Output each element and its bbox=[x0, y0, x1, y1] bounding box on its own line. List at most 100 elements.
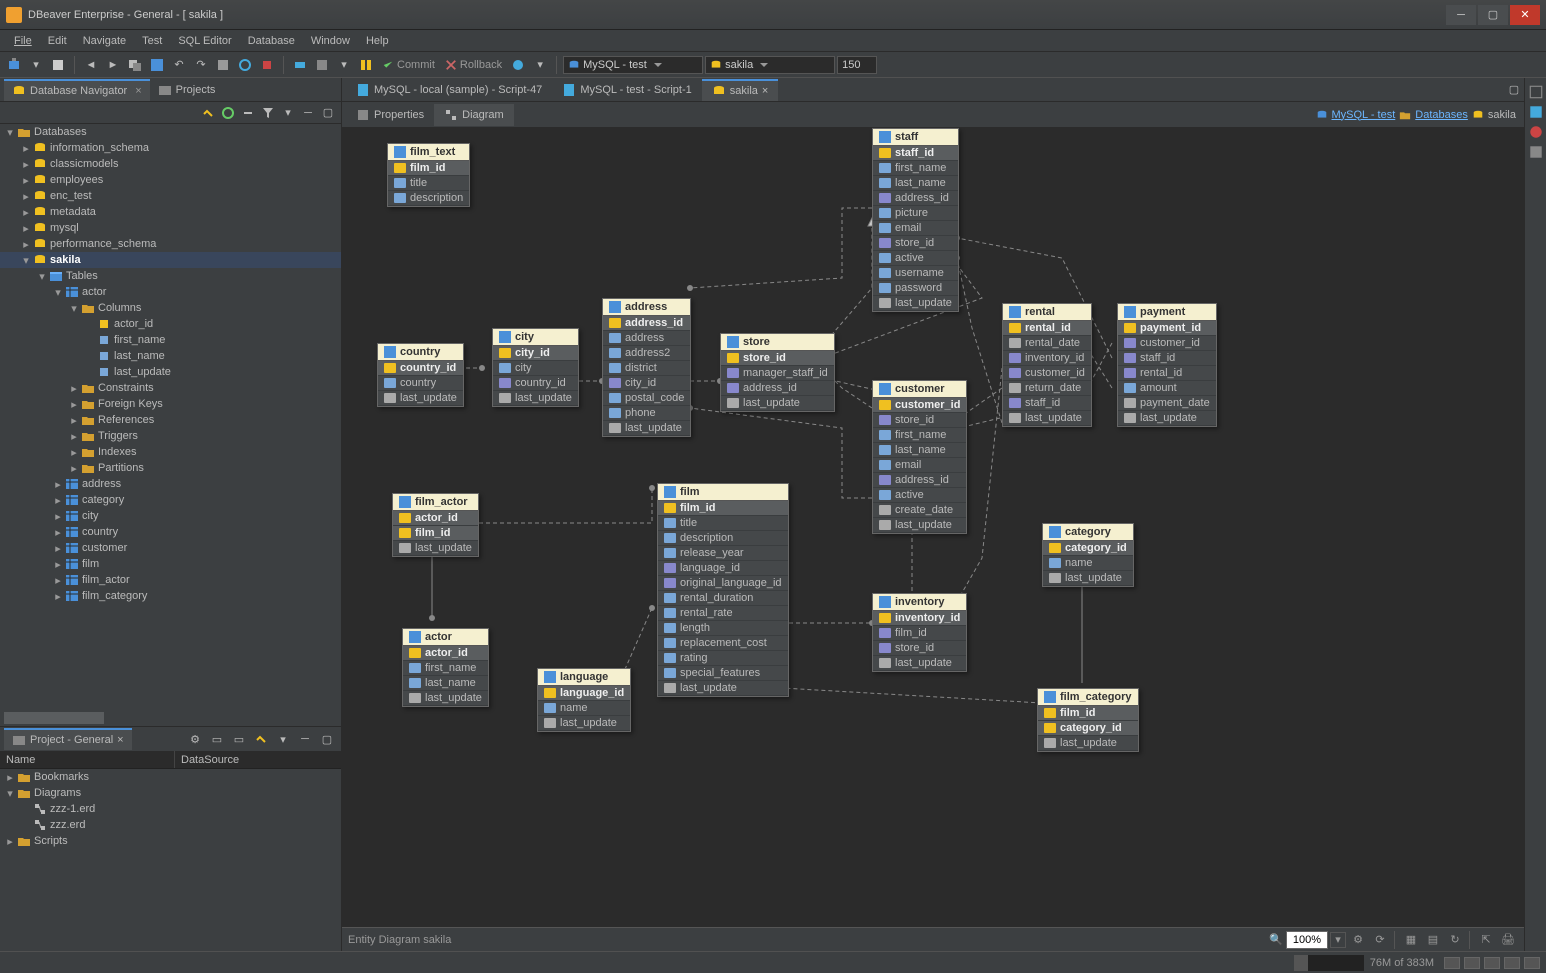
entity-film[interactable]: filmfilm_idtitledescriptionrelease_yearl… bbox=[657, 483, 789, 697]
entity-address[interactable]: addressaddress_idaddressaddress2district… bbox=[602, 298, 691, 437]
view-menu-icon[interactable]: ▾ bbox=[279, 104, 297, 122]
entity-column[interactable]: last_update bbox=[1038, 736, 1138, 751]
tree-hscroll[interactable] bbox=[0, 710, 341, 726]
subtab-properties[interactable]: Properties bbox=[346, 104, 434, 126]
perspective-thumb[interactable] bbox=[1524, 957, 1540, 969]
entity-column[interactable]: last_update bbox=[1118, 411, 1216, 426]
tree-table-actor[interactable]: ▾ actor bbox=[0, 284, 341, 300]
entity-column[interactable]: name bbox=[538, 701, 630, 716]
menu-file[interactable]: File bbox=[6, 35, 40, 47]
tree-column[interactable]: actor_id bbox=[0, 316, 341, 332]
entity-column[interactable]: payment_date bbox=[1118, 396, 1216, 411]
entity-film_text[interactable]: film_textfilm_idtitledescription bbox=[387, 143, 470, 207]
tree-db-sakila[interactable]: ▾ sakila bbox=[0, 252, 341, 268]
entity-column[interactable]: last_update bbox=[1043, 571, 1133, 586]
stop-icon[interactable] bbox=[257, 55, 277, 75]
entity-column[interactable]: first_name bbox=[403, 661, 488, 676]
database-tree[interactable]: ▾ Databases ▸information_schema▸classicm… bbox=[0, 124, 341, 710]
schema-combo[interactable]: sakila bbox=[705, 56, 835, 74]
entity-header[interactable]: country bbox=[378, 344, 463, 361]
entity-payment[interactable]: paymentpayment_idcustomer_idstaff_idrent… bbox=[1117, 303, 1217, 427]
entity-column[interactable]: last_name bbox=[873, 176, 958, 191]
entity-column[interactable]: title bbox=[388, 176, 469, 191]
refresh-icon[interactable] bbox=[235, 55, 255, 75]
stack-icon[interactable] bbox=[125, 55, 145, 75]
entity-header[interactable]: staff bbox=[873, 129, 958, 146]
entity-column[interactable]: first_name bbox=[873, 428, 966, 443]
perspective-thumb[interactable] bbox=[1504, 957, 1520, 969]
perspective-thumb[interactable] bbox=[1464, 957, 1480, 969]
entity-column[interactable]: country_id bbox=[493, 376, 578, 391]
entity-column[interactable]: last_update bbox=[393, 541, 478, 556]
entity-column-pk[interactable]: actor_id bbox=[393, 511, 478, 526]
tree-folder[interactable]: ▸References bbox=[0, 412, 341, 428]
search-icon[interactable]: 🔍 bbox=[1266, 931, 1286, 949]
zoom-level[interactable]: 100% bbox=[1286, 931, 1328, 949]
entity-column[interactable]: return_date bbox=[1003, 381, 1091, 396]
tab-sakila[interactable]: sakila× bbox=[702, 79, 779, 101]
tab-project-general[interactable]: Project - General × bbox=[4, 728, 132, 750]
tree-erd-2[interactable]: zzz.erd bbox=[0, 817, 341, 833]
entity-column[interactable]: active bbox=[873, 251, 958, 266]
entity-header[interactable]: film bbox=[658, 484, 788, 501]
tx-log-icon[interactable] bbox=[356, 55, 376, 75]
entity-column-pk[interactable]: payment_id bbox=[1118, 321, 1216, 336]
entity-column[interactable]: rental_id bbox=[1118, 366, 1216, 381]
entity-category[interactable]: categorycategory_idnamelast_update bbox=[1042, 523, 1134, 587]
entity-column[interactable]: last_update bbox=[538, 716, 630, 731]
minimize-icon[interactable]: ─ bbox=[299, 104, 317, 122]
entity-column[interactable]: length bbox=[658, 621, 788, 636]
collapse-icon[interactable]: ▭ bbox=[207, 729, 227, 749]
entity-column-pk[interactable]: address_id bbox=[603, 316, 690, 331]
entity-column[interactable]: staff_id bbox=[1003, 396, 1091, 411]
entity-country[interactable]: countrycountry_idcountrylast_update bbox=[377, 343, 464, 407]
entity-column[interactable]: last_update bbox=[493, 391, 578, 406]
tree-db[interactable]: ▸metadata bbox=[0, 204, 341, 220]
entity-column[interactable]: address bbox=[603, 331, 690, 346]
entity-header[interactable]: film_category bbox=[1038, 689, 1138, 706]
tree-scripts[interactable]: ▸Scripts bbox=[0, 833, 341, 849]
entity-column[interactable]: district bbox=[603, 361, 690, 376]
tree-table[interactable]: ▸address bbox=[0, 476, 341, 492]
goto-icon[interactable] bbox=[1528, 144, 1544, 160]
entity-language[interactable]: languagelanguage_idnamelast_update bbox=[537, 668, 631, 732]
entity-column[interactable]: address_id bbox=[873, 473, 966, 488]
tree-table[interactable]: ▸film_actor bbox=[0, 572, 341, 588]
new-connection-icon[interactable] bbox=[4, 55, 24, 75]
tx-dd-icon[interactable]: ▾ bbox=[334, 55, 354, 75]
entity-column[interactable]: customer_id bbox=[1003, 366, 1091, 381]
entity-header[interactable]: city bbox=[493, 329, 578, 346]
tab-projects[interactable]: Projects bbox=[150, 79, 224, 101]
tree-diagrams[interactable]: ▾Diagrams bbox=[0, 785, 341, 801]
entity-city[interactable]: citycity_idcitycountry_idlast_update bbox=[492, 328, 579, 407]
layout-grid-icon[interactable]: ▤ bbox=[1423, 931, 1443, 949]
entity-column-pk[interactable]: store_id bbox=[721, 351, 834, 366]
entity-column[interactable]: original_language_id bbox=[658, 576, 788, 591]
entity-header[interactable]: category bbox=[1043, 524, 1133, 541]
print-icon[interactable]: 🖨 bbox=[1498, 931, 1518, 949]
maximize-panel-icon[interactable]: ▢ bbox=[319, 104, 337, 122]
breadcrumb-databases[interactable]: Databases bbox=[1415, 109, 1468, 121]
entity-column[interactable]: last_update bbox=[603, 421, 690, 436]
entity-column[interactable]: amount bbox=[1118, 381, 1216, 396]
entity-column[interactable]: replacement_cost bbox=[658, 636, 788, 651]
tree-bookmarks[interactable]: ▸Bookmarks bbox=[0, 769, 341, 785]
entity-film_category[interactable]: film_categoryfilm_idcategory_idlast_upda… bbox=[1037, 688, 1139, 752]
entity-column[interactable]: last_name bbox=[873, 443, 966, 458]
entity-header[interactable]: actor bbox=[403, 629, 488, 646]
tree-folder[interactable]: ▸Constraints bbox=[0, 380, 341, 396]
entity-column[interactable]: postal_code bbox=[603, 391, 690, 406]
export-icon[interactable]: ⇱ bbox=[1476, 931, 1496, 949]
entity-column[interactable]: email bbox=[873, 458, 966, 473]
maximize-editor-icon[interactable]: ▢ bbox=[1504, 80, 1524, 100]
entity-column-pk[interactable]: film_id bbox=[393, 526, 478, 541]
tree-column[interactable]: first_name bbox=[0, 332, 341, 348]
entity-column-pk[interactable]: staff_id bbox=[873, 146, 958, 161]
entity-column[interactable]: description bbox=[388, 191, 469, 206]
subtab-diagram[interactable]: Diagram bbox=[434, 104, 514, 126]
tree-root[interactable]: ▾ Databases bbox=[0, 124, 341, 140]
entity-column[interactable]: description bbox=[658, 531, 788, 546]
entity-staff[interactable]: staffstaff_idfirst_namelast_nameaddress_… bbox=[872, 128, 959, 312]
outline-icon[interactable] bbox=[1528, 84, 1544, 100]
entity-header[interactable]: film_actor bbox=[393, 494, 478, 511]
